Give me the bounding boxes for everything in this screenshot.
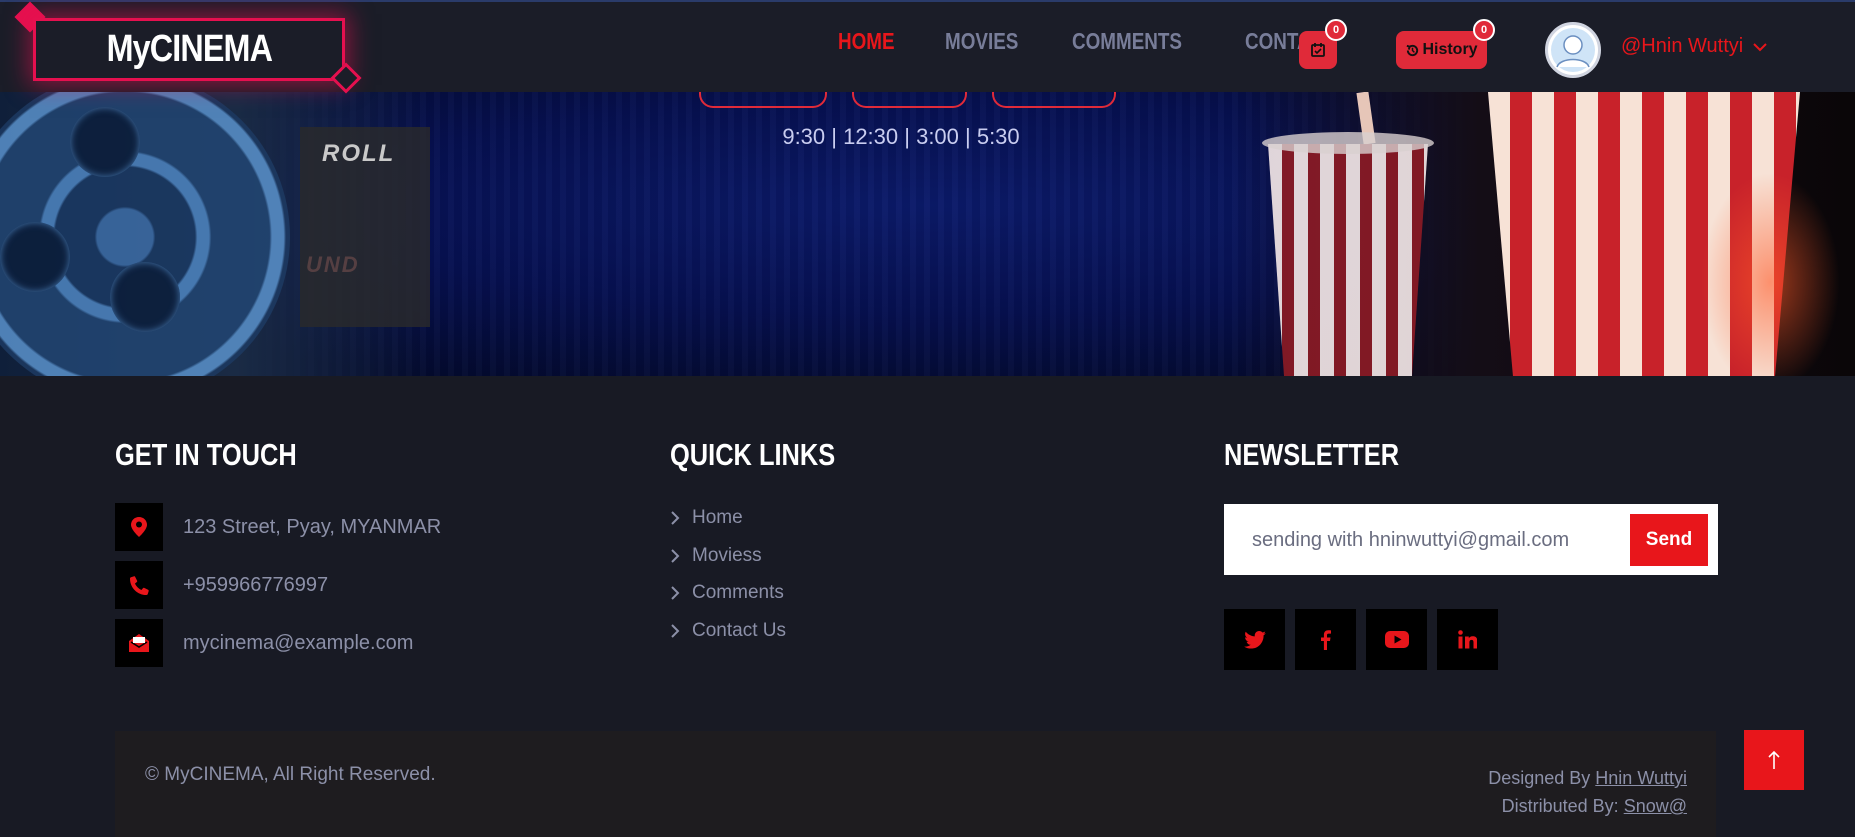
envelope-open-icon (129, 634, 149, 652)
top-navbar: MyCINEMA HOME MOVIES COMMENTS CONTACT 0 … (0, 0, 1855, 94)
reel-hole (110, 262, 180, 332)
user-avatar-icon (1551, 28, 1595, 72)
hero-banner: ROLL UND 9:30 | 12:30 | 3:00 | 5:30 (0, 92, 1855, 376)
linkedin-icon (1458, 630, 1477, 649)
hero-button-edge[interactable] (992, 92, 1116, 108)
twitter-button[interactable] (1224, 609, 1285, 670)
bookings-count-badge: 0 (1325, 19, 1347, 41)
quick-link-contact-us[interactable]: Contact Us (670, 620, 786, 642)
clapper-text: UND (306, 252, 360, 277)
user-menu[interactable]: @Hnin Wuttyi (1621, 35, 1767, 58)
contact-icon-box (115, 619, 163, 667)
contact-phone: +959966776997 (115, 561, 328, 609)
user-avatar[interactable] (1545, 22, 1601, 78)
facebook-button[interactable] (1295, 609, 1356, 670)
quick-link-comments[interactable]: Comments (670, 582, 784, 604)
phone-icon (129, 575, 149, 595)
contact-email: mycinema@example.com (115, 619, 413, 667)
reel-hole (0, 222, 70, 292)
contact-icon-box (115, 503, 163, 551)
calendar-check-icon (1311, 43, 1325, 57)
back-to-top-button[interactable] (1744, 730, 1804, 790)
quick-link-label: Moviess (692, 545, 762, 566)
distributed-by-label: Distributed By: (1501, 796, 1619, 816)
hero-button-edge[interactable] (699, 92, 827, 108)
nav-link-movies[interactable]: MOVIES (945, 28, 1018, 55)
history-count-badge: 0 (1473, 19, 1495, 41)
distributed-by-line: Distributed By: Snow@ (1488, 792, 1687, 820)
history-button[interactable]: History (1396, 31, 1487, 69)
showtimes-text: 9:30 | 12:30 | 3:00 | 5:30 (782, 124, 1020, 149)
designed-by-line: Designed By Hnin Wuttyi (1488, 764, 1687, 792)
copyright-text: © MyCINEMA, All Right Reserved. (145, 764, 436, 785)
address-text: 123 Street, Pyay, MYANMAR (183, 515, 442, 538)
quick-link-label: Comments (692, 582, 784, 603)
quick-links-title: QUICK LINKS (670, 437, 836, 472)
credits: Designed By Hnin Wuttyi Distributed By: … (1488, 764, 1687, 820)
main-nav: HOME MOVIES COMMENTS CONTACT (838, 28, 1355, 55)
designed-by-label: Designed By (1488, 768, 1591, 788)
email-text: mycinema@example.com (183, 631, 414, 654)
chevron-right-icon (671, 549, 680, 563)
linkedin-button[interactable] (1437, 609, 1498, 670)
designer-link[interactable]: Hnin Wuttyi (1595, 768, 1687, 788)
newsletter-title: NEWSLETTER (1224, 437, 1400, 472)
arrow-up-icon (1768, 750, 1780, 769)
quick-link-label: Home (692, 507, 743, 528)
popcorn-glow (1700, 172, 1840, 376)
history-icon (1407, 44, 1419, 56)
chevron-right-icon (671, 511, 680, 525)
contact-icon-box (115, 561, 163, 609)
newsletter-send-button[interactable]: Send (1630, 514, 1708, 566)
brand-logo[interactable]: MyCINEMA (33, 18, 345, 81)
quick-link-movies[interactable]: Moviess (670, 545, 762, 567)
contact-address: 123 Street, Pyay, MYANMAR (115, 503, 441, 551)
nav-link-home[interactable]: HOME (838, 28, 895, 55)
quick-link-home[interactable]: Home (670, 507, 743, 529)
distributor-link[interactable]: Snow@ (1624, 796, 1687, 816)
newsletter-email-input[interactable] (1252, 520, 1622, 560)
youtube-icon (1384, 631, 1409, 648)
phone-text: +959966776997 (183, 573, 329, 596)
chevron-right-icon (671, 624, 680, 638)
twitter-icon (1243, 630, 1266, 649)
chevron-down-icon (1753, 42, 1767, 51)
youtube-button[interactable] (1366, 609, 1427, 670)
brand-logo-text: MyCINEMA (106, 28, 272, 70)
quick-link-label: Contact Us (692, 620, 786, 641)
hero-button-edge[interactable] (852, 92, 967, 108)
get-in-touch-title: GET IN TOUCH (115, 437, 297, 472)
history-label: History (1422, 41, 1478, 58)
map-marker-icon (131, 517, 147, 537)
username-label: @Hnin Wuttyi (1621, 35, 1744, 57)
soda-cup-image (1268, 144, 1428, 376)
nav-link-comments[interactable]: COMMENTS (1072, 28, 1182, 55)
facebook-icon (1321, 629, 1331, 650)
chevron-right-icon (671, 586, 680, 600)
